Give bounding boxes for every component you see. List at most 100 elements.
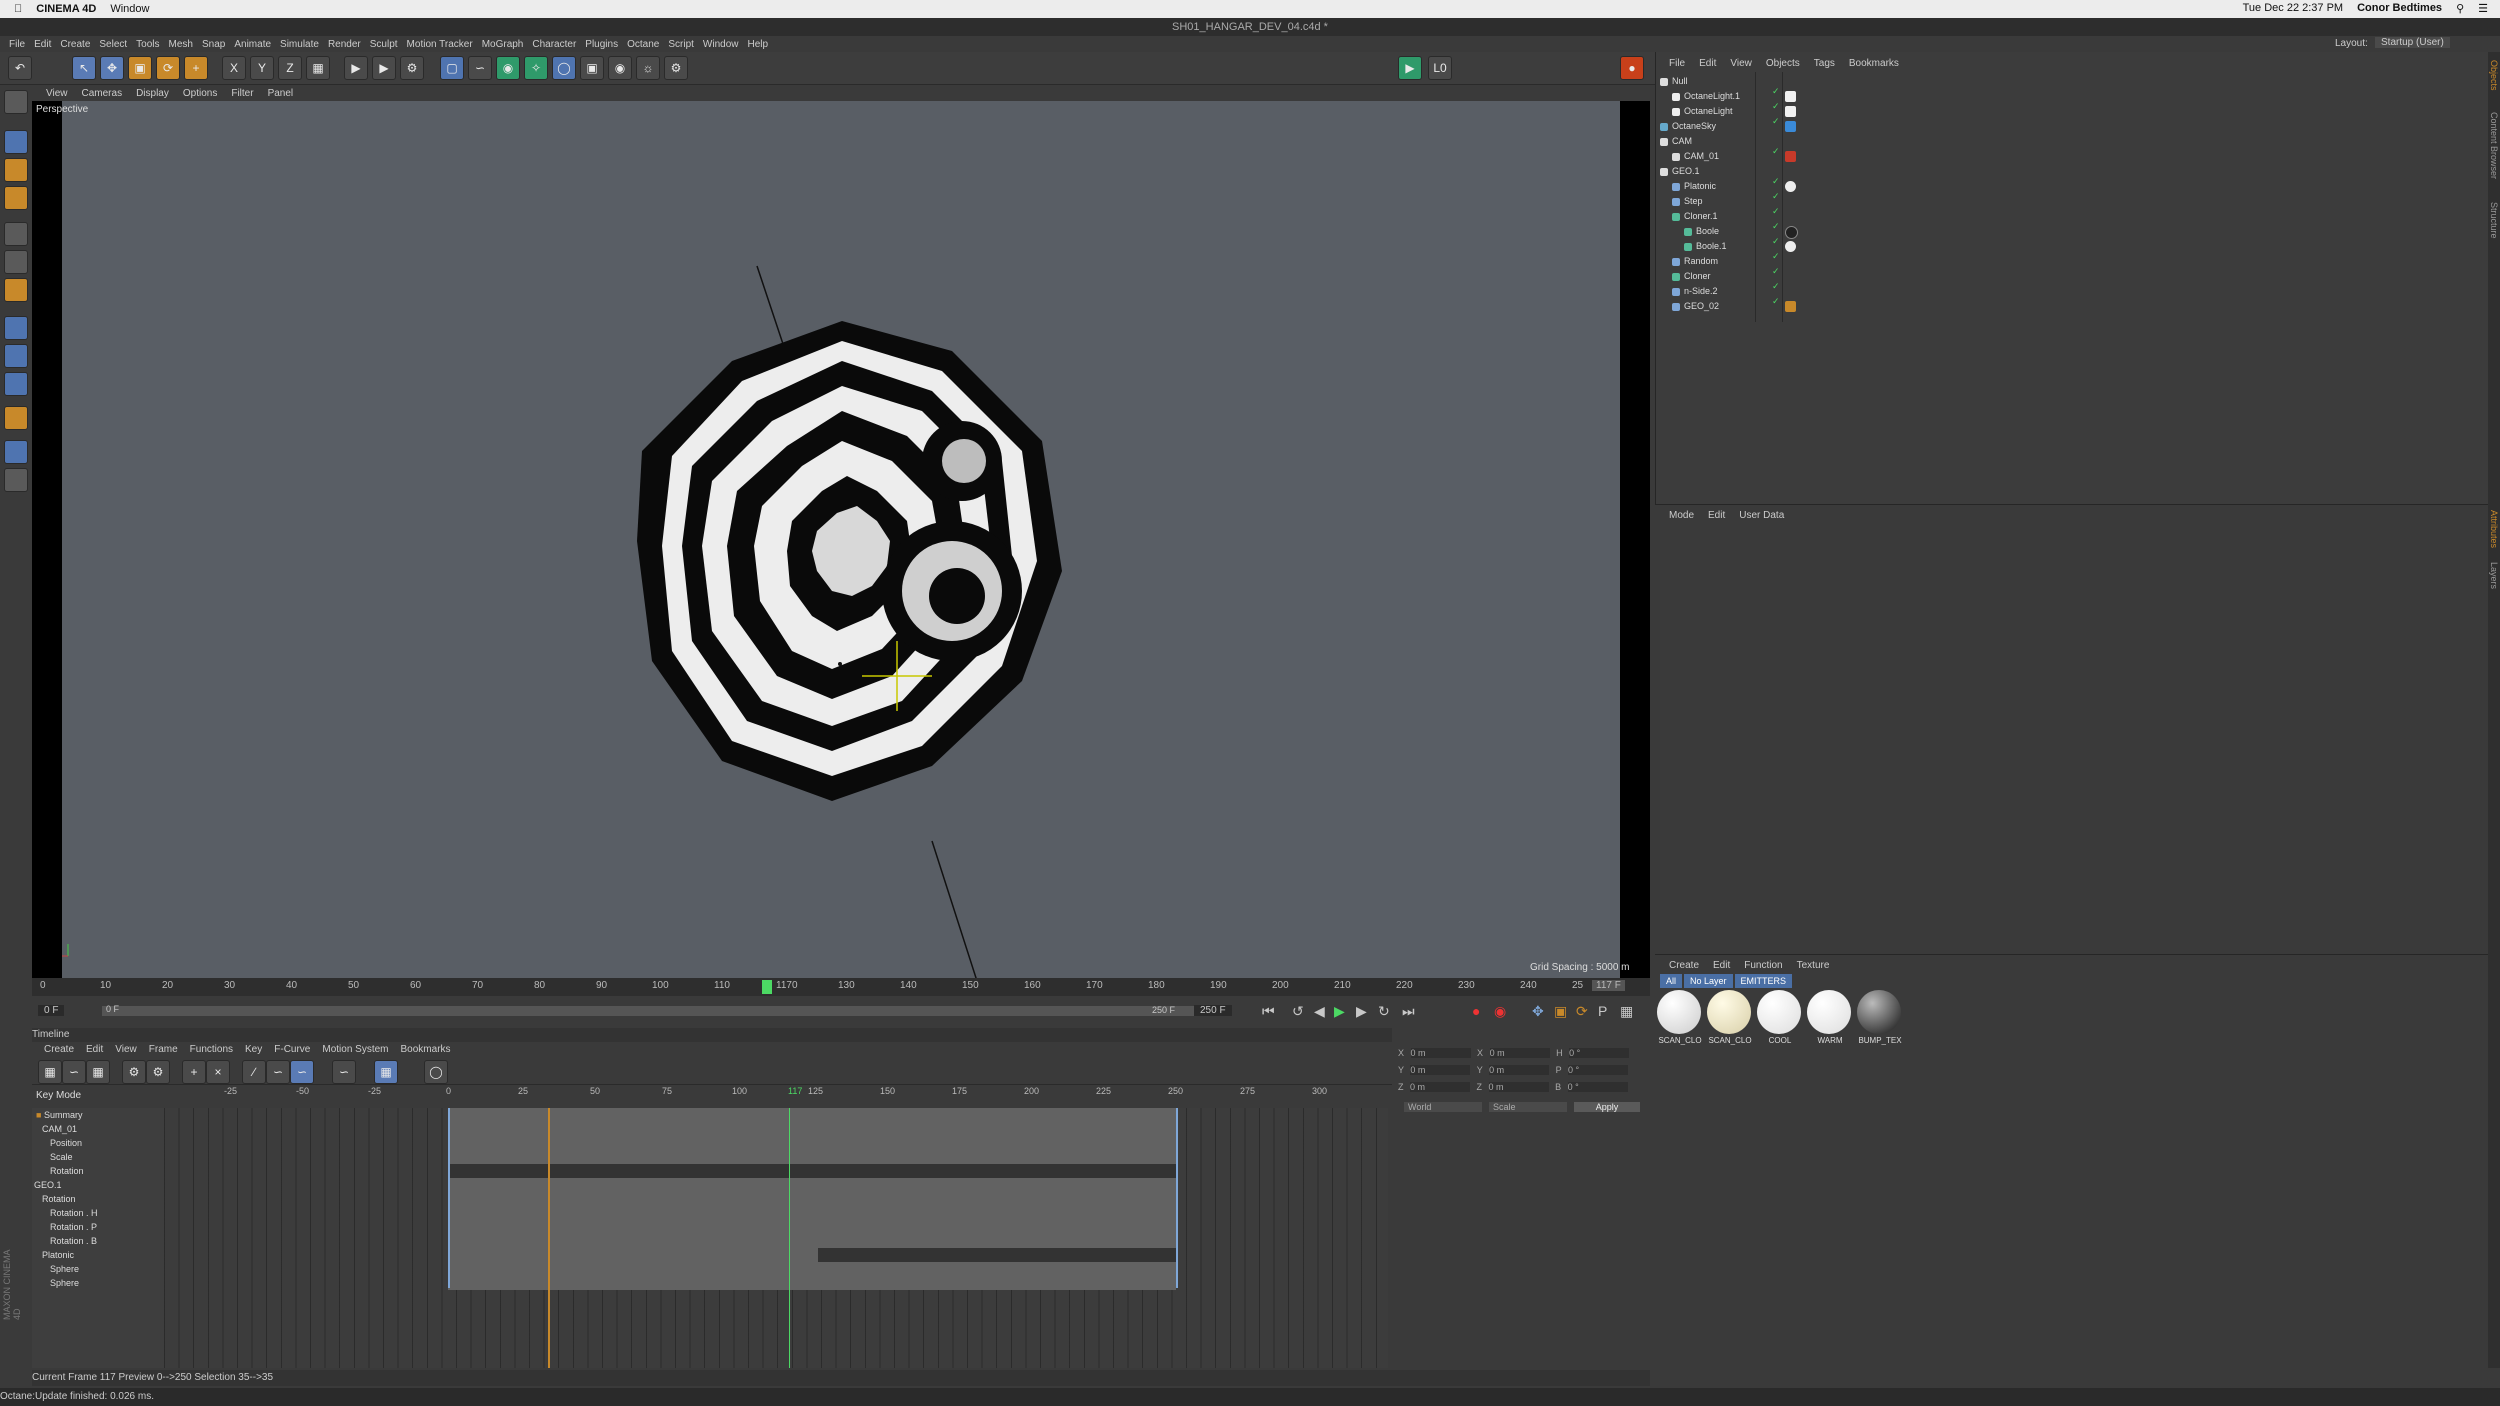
enabled-check-icon[interactable]: ✓ <box>1772 236 1780 247</box>
enabled-check-icon[interactable]: ✓ <box>1772 206 1780 217</box>
mat-tab-emitters[interactable]: EMITTERS <box>1734 974 1793 988</box>
enabled-check-icon[interactable]: ✓ <box>1772 176 1780 187</box>
nurbs-icon[interactable]: ◉ <box>496 56 520 80</box>
size-z-field[interactable]: 0 m <box>1488 1082 1549 1092</box>
object-row[interactable]: GEO_02 <box>1672 299 1862 314</box>
grid-icon[interactable] <box>4 468 28 492</box>
menu-character[interactable]: Character <box>532 39 576 50</box>
rotate-tool-icon[interactable]: ⟳ <box>156 56 180 80</box>
vp-menu-filter[interactable]: Filter <box>231 88 253 99</box>
scale-dropdown[interactable]: Scale <box>1489 1102 1567 1112</box>
mm-menu-function[interactable]: Function <box>1744 960 1782 971</box>
points-mode-icon[interactable] <box>4 222 28 246</box>
menu-select[interactable]: Select <box>99 39 127 50</box>
motion-mode-icon[interactable]: ▦ <box>86 1060 110 1084</box>
menu-plugins[interactable]: Plugins <box>585 39 618 50</box>
apple-icon[interactable]:  <box>14 3 22 15</box>
fcurve-mode-icon[interactable]: ∽ <box>62 1060 86 1084</box>
am-menu-edit[interactable]: Edit <box>1708 510 1725 521</box>
undo-icon[interactable]: ↶ <box>8 56 32 80</box>
rot-p-field[interactable]: 0 ° <box>1567 1065 1628 1075</box>
move-tool-icon[interactable]: ✥ <box>100 56 124 80</box>
om-menu-edit[interactable]: Edit <box>1699 58 1716 69</box>
mm-menu-create[interactable]: Create <box>1669 960 1699 971</box>
current-frame-field[interactable]: 117 F <box>1592 980 1625 991</box>
key-param-icon[interactable]: P <box>1598 1003 1607 1019</box>
floor-icon[interactable]: ▣ <box>580 56 604 80</box>
track-sphere[interactable]: Sphere <box>50 1262 79 1276</box>
material-swatch[interactable]: SCAN_CLO <box>1707 990 1753 1052</box>
mat-tab-no-layer[interactable]: No Layer <box>1684 974 1733 988</box>
tl-menu-fcurve[interactable]: F-Curve <box>274 1044 310 1055</box>
render-settings-icon[interactable]: ⚙ <box>400 56 424 80</box>
goto-start-icon[interactable]: ⏮ <box>1262 1003 1275 1020</box>
tl-lock-icon[interactable]: ◯ <box>424 1060 448 1084</box>
track-platonic[interactable]: Platonic <box>42 1248 74 1262</box>
menu-motion-tracker[interactable]: Motion Tracker <box>407 39 473 50</box>
snap-icon[interactable] <box>4 372 28 396</box>
timeline-ruler[interactable]: -25 -50 -25 0 25 50 75 100 117 125 150 1… <box>164 1086 1388 1098</box>
mm-menu-texture[interactable]: Texture <box>1797 960 1830 971</box>
enabled-check-icon[interactable]: ✓ <box>1772 221 1780 232</box>
preview-range-slider[interactable]: 0 F <box>102 1004 1202 1016</box>
om-menu-view[interactable]: View <box>1730 58 1752 69</box>
magnet-icon[interactable] <box>4 406 28 430</box>
vp-menu-cameras[interactable]: Cameras <box>82 88 123 99</box>
next-key-icon[interactable]: ↻ <box>1378 1003 1390 1020</box>
key-position-icon[interactable]: ✥ <box>1532 1003 1544 1020</box>
object-row[interactable]: Step <box>1672 194 1862 209</box>
menu-mograph[interactable]: MoGraph <box>482 39 524 50</box>
del-key-icon[interactable]: × <box>206 1060 230 1084</box>
om-menu-tags[interactable]: Tags <box>1814 58 1835 69</box>
autokey-icon[interactable]: ◉ <box>1494 1003 1506 1020</box>
side-tab-objects[interactable]: Objects <box>2489 60 2499 91</box>
tl-menu-bookmarks[interactable]: Bookmarks <box>401 1044 451 1055</box>
prev-frame-icon[interactable]: ◀ <box>1314 1003 1325 1020</box>
object-row[interactable]: OctaneSky <box>1660 119 1850 134</box>
polygons-mode-icon[interactable] <box>4 278 28 302</box>
am-menu-mode[interactable]: Mode <box>1669 510 1694 521</box>
vp-menu-view[interactable]: View <box>46 88 68 99</box>
track-geo1[interactable]: GEO.1 <box>34 1178 62 1192</box>
play-icon[interactable]: ▶ <box>1334 1003 1345 1020</box>
object-row[interactable]: CAM <box>1660 134 1850 149</box>
object-row[interactable]: CAM_01 <box>1672 149 1862 164</box>
scale-tool-icon[interactable]: ▣ <box>128 56 152 80</box>
render-view-icon[interactable]: ▶ <box>344 56 368 80</box>
key-pla-icon[interactable]: ▦ <box>1620 1003 1633 1020</box>
menu-create[interactable]: Create <box>60 39 90 50</box>
material-swatch[interactable]: BUMP_TEX <box>1857 990 1903 1052</box>
menu-script[interactable]: Script <box>668 39 694 50</box>
y-axis-icon[interactable]: Y <box>250 56 274 80</box>
octane-render-icon[interactable]: ● <box>1620 56 1644 80</box>
timeline-playhead[interactable] <box>789 1108 790 1368</box>
model-mode-icon[interactable] <box>4 130 28 154</box>
track-scale[interactable]: Scale <box>50 1150 73 1164</box>
cube-icon[interactable]: ▢ <box>440 56 464 80</box>
material-swatch[interactable]: SCAN_CLO <box>1657 990 1703 1052</box>
track-rotation-h[interactable]: Rotation . H <box>50 1206 98 1220</box>
enabled-check-icon[interactable]: ✓ <box>1772 101 1780 112</box>
object-row[interactable]: GEO.1 <box>1660 164 1850 179</box>
enabled-check-icon[interactable]: ✓ <box>1772 86 1780 97</box>
material-swatch[interactable]: WARM <box>1807 990 1853 1052</box>
user-name[interactable]: Conor Bedtimes <box>2357 2 2442 15</box>
om-menu-file[interactable]: File <box>1669 58 1685 69</box>
start-frame-field[interactable]: 0 F <box>38 1005 65 1016</box>
spotlight-icon[interactable]: ⚲ <box>2456 2 2464 15</box>
make-editable-icon[interactable] <box>4 90 28 114</box>
coord-system-icon[interactable]: ▦ <box>306 56 330 80</box>
enabled-check-icon[interactable]: ✓ <box>1772 266 1780 277</box>
fit-view-icon[interactable]: ▦ <box>374 1060 398 1084</box>
menu-animate[interactable]: Animate <box>234 39 271 50</box>
menu-snap[interactable]: Snap <box>202 39 225 50</box>
track-rotation-b[interactable]: Rotation . B <box>50 1234 97 1248</box>
object-row[interactable]: Cloner.1 <box>1672 209 1862 224</box>
object-row[interactable]: OctaneLight <box>1672 104 1862 119</box>
texture-tag-icon[interactable] <box>1785 301 1796 312</box>
tl-menu-edit[interactable]: Edit <box>86 1044 103 1055</box>
track-rotation[interactable]: Rotation <box>50 1164 84 1178</box>
render-picture-icon[interactable]: ▶ <box>372 56 396 80</box>
record-icon[interactable]: ● <box>1472 1003 1480 1019</box>
size-y-field[interactable]: 0 m <box>1489 1065 1550 1075</box>
